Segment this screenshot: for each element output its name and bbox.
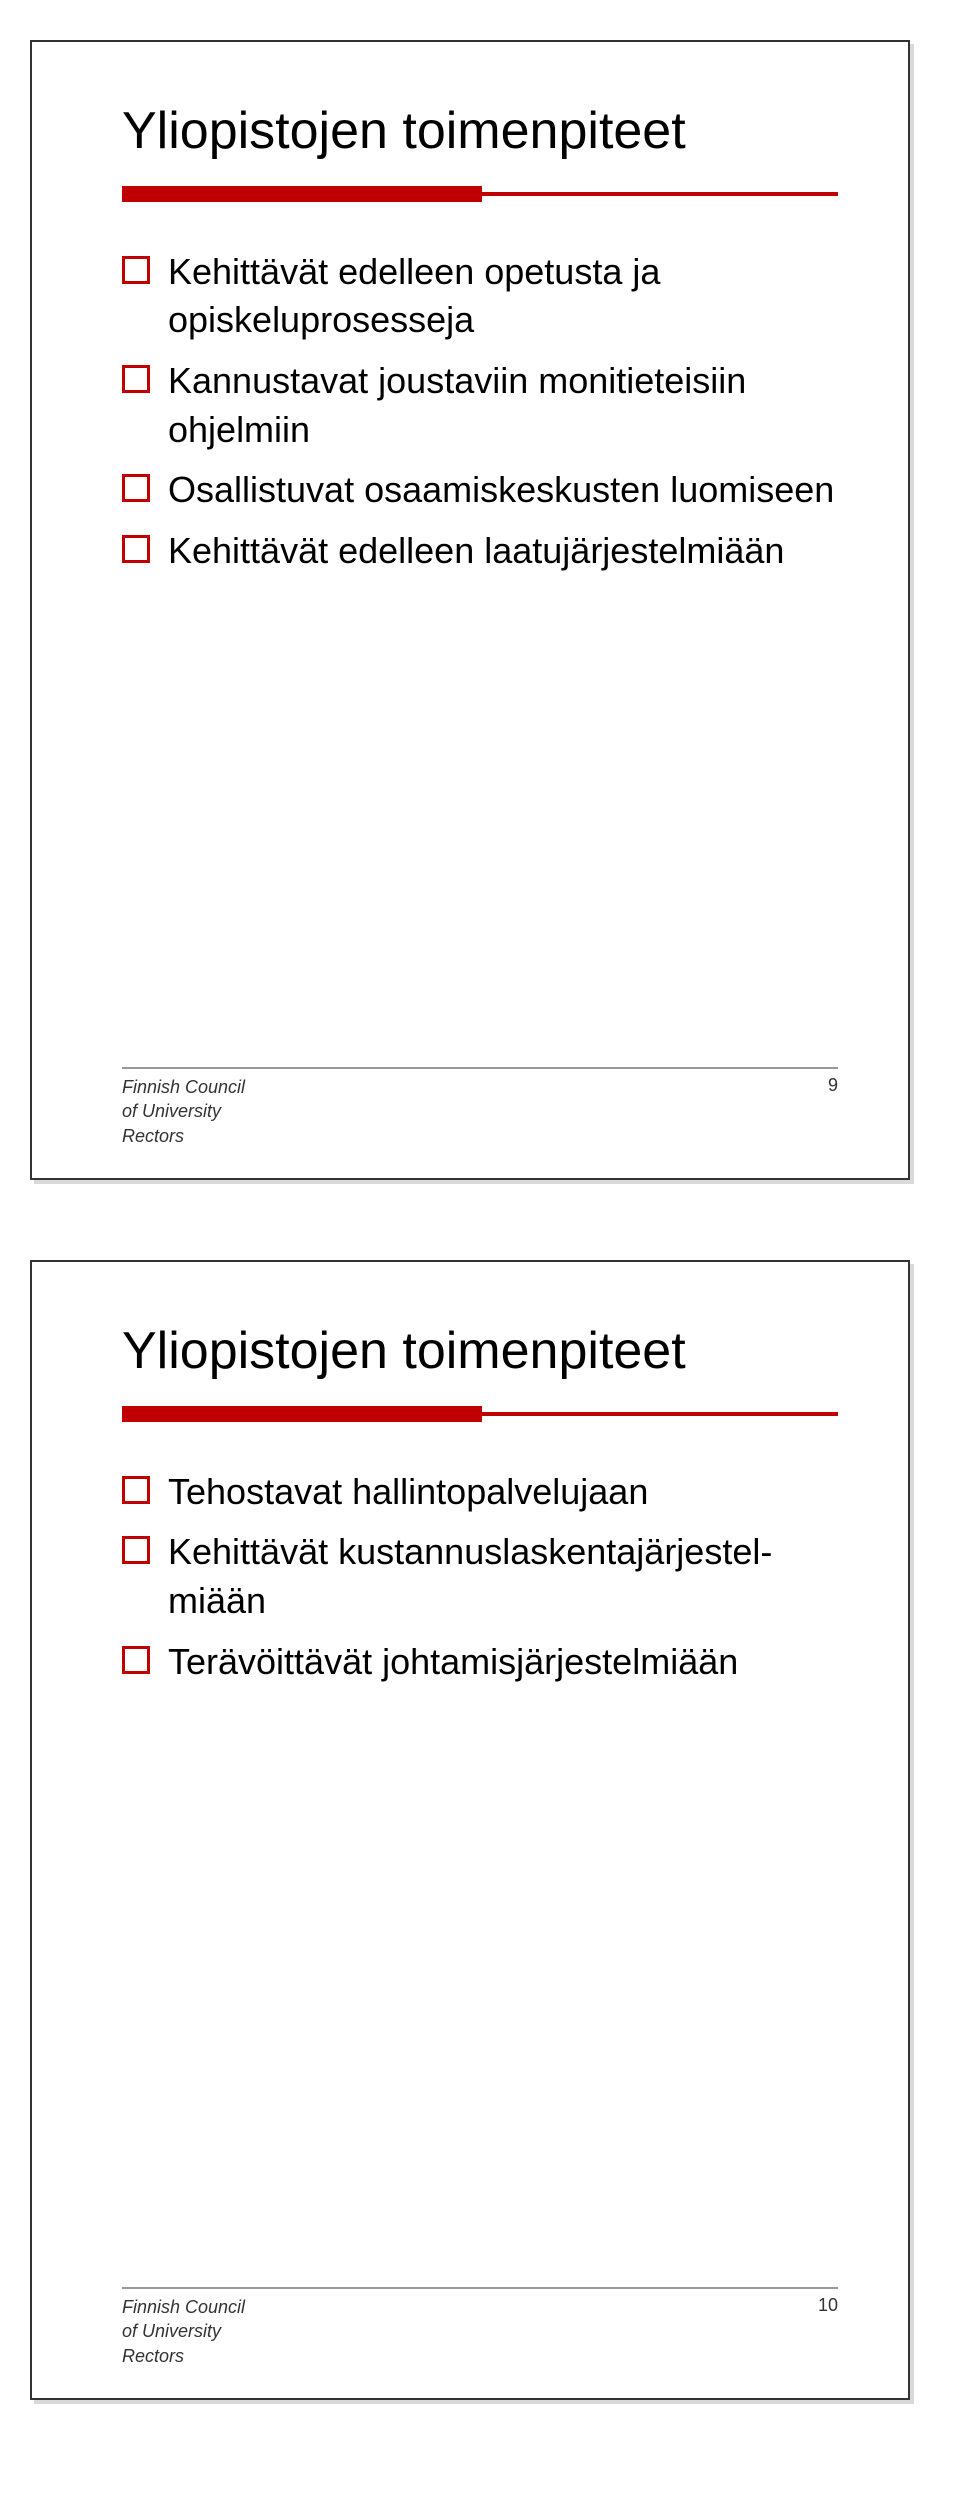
- bullet-box-icon: [122, 1476, 150, 1504]
- bullet-text: Kehittävät edelleen laatujärjestelmiään: [168, 527, 838, 576]
- slide-footer: Finnish Council of University Rectors 9: [122, 1067, 838, 1148]
- bullet-item: Kehittävät edelleen opetusta ja opiskelu…: [122, 248, 838, 345]
- bullet-text: Terävöittävät johtamisjärjestelmiään: [168, 1638, 838, 1687]
- bullet-text: Osallistuvat osaamiskeskusten luomiseen: [168, 466, 838, 515]
- bullet-item: Tehostavat hallintopalvelujaan: [122, 1468, 838, 1517]
- footer-divider: [122, 2287, 838, 2289]
- slide-title: Yliopistojen toimenpiteet: [122, 1322, 838, 1382]
- slide-container: Yliopistojen toimenpiteet Tehostavat hal…: [0, 1220, 960, 2440]
- bullet-item: Kannustavat joustaviin monitieteisiin oh…: [122, 357, 838, 454]
- bullet-text: Tehostavat hallintopalvelujaan: [168, 1468, 838, 1517]
- bullet-list: Kehittävät edelleen opetusta ja opiskelu…: [122, 248, 838, 576]
- bullet-box-icon: [122, 365, 150, 393]
- footer-org-line: of University: [122, 2319, 245, 2343]
- bullet-item: Kehittävät edelleen laatujärjestelmiään: [122, 527, 838, 576]
- bullet-box-icon: [122, 256, 150, 284]
- footer-org-line: of University: [122, 1099, 245, 1123]
- bullet-box-icon: [122, 535, 150, 563]
- page-number: 9: [828, 1075, 838, 1096]
- footer-org: Finnish Council of University Rectors: [122, 1075, 245, 1148]
- bullet-text: Kehittävät kustannuslaskentajärjestel-mi…: [168, 1528, 838, 1625]
- bullet-text: Kehittävät edelleen opetusta ja opiskelu…: [168, 248, 838, 345]
- title-underline: [122, 180, 838, 208]
- bullet-box-icon: [122, 474, 150, 502]
- slide-container: Yliopistojen toimenpiteet Kehittävät ede…: [0, 0, 960, 1220]
- slide-footer: Finnish Council of University Rectors 10: [122, 2287, 838, 2368]
- bullet-list: Tehostavat hallintopalvelujaan Kehittävä…: [122, 1468, 838, 1686]
- footer-org-line: Finnish Council: [122, 1075, 245, 1099]
- bullet-item: Osallistuvat osaamiskeskusten luomiseen: [122, 466, 838, 515]
- bullet-item: Terävöittävät johtamisjärjestelmiään: [122, 1638, 838, 1687]
- title-underline: [122, 1400, 838, 1428]
- slide: Yliopistojen toimenpiteet Kehittävät ede…: [30, 40, 910, 1180]
- bullet-box-icon: [122, 1646, 150, 1674]
- bullet-text: Kannustavat joustaviin monitieteisiin oh…: [168, 357, 838, 454]
- footer-org-line: Rectors: [122, 1124, 245, 1148]
- footer-org-line: Rectors: [122, 2344, 245, 2368]
- bullet-box-icon: [122, 1536, 150, 1564]
- footer-org: Finnish Council of University Rectors: [122, 2295, 245, 2368]
- footer-org-line: Finnish Council: [122, 2295, 245, 2319]
- slide: Yliopistojen toimenpiteet Tehostavat hal…: [30, 1260, 910, 2400]
- bullet-item: Kehittävät kustannuslaskentajärjestel-mi…: [122, 1528, 838, 1625]
- page-number: 10: [818, 2295, 838, 2316]
- slide-title: Yliopistojen toimenpiteet: [122, 102, 838, 162]
- footer-divider: [122, 1067, 838, 1069]
